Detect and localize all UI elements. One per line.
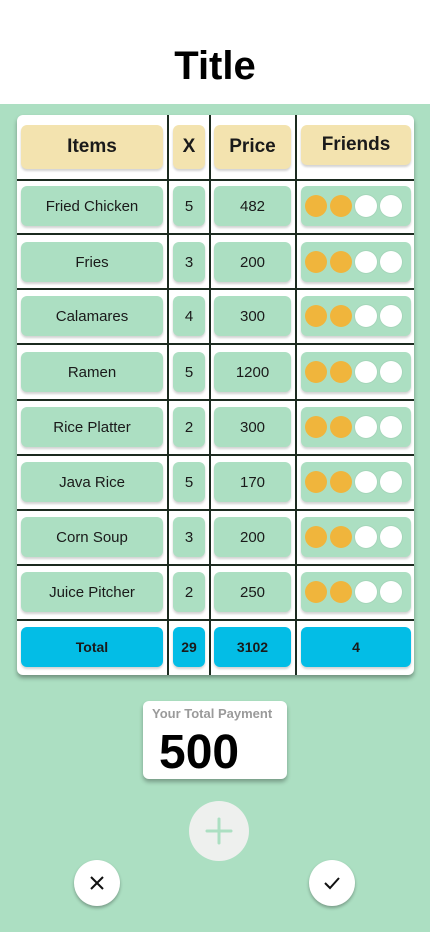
friend-toggle[interactable] <box>305 526 327 548</box>
friend-toggle[interactable] <box>355 305 377 327</box>
item-name-cell[interactable]: Juice Pitcher <box>21 572 163 612</box>
total-label: Total <box>21 627 163 667</box>
friend-toggle[interactable] <box>330 195 352 217</box>
app-header: Title <box>0 0 430 104</box>
friend-toggle[interactable] <box>355 361 377 383</box>
item-name-cell[interactable]: Fries <box>21 242 163 282</box>
total-friends: 4 <box>301 627 411 667</box>
row-divider <box>17 233 414 235</box>
total-quantity: 29 <box>173 627 205 667</box>
friend-toggle[interactable] <box>305 305 327 327</box>
header-price: Price <box>214 125 291 169</box>
column-divider <box>295 115 297 675</box>
item-quantity-cell[interactable]: 3 <box>173 242 205 282</box>
friend-toggle[interactable] <box>330 305 352 327</box>
confirm-button[interactable] <box>309 860 355 906</box>
friends-selector[interactable] <box>301 296 411 336</box>
close-icon <box>90 876 104 890</box>
item-quantity-cell[interactable]: 5 <box>173 352 205 392</box>
friends-selector[interactable] <box>301 462 411 502</box>
item-name-cell[interactable]: Calamares <box>21 296 163 336</box>
total-payment-label: Your Total Payment <box>152 706 273 721</box>
friend-toggle[interactable] <box>330 471 352 493</box>
friend-toggle[interactable] <box>355 251 377 273</box>
friend-toggle[interactable] <box>330 361 352 383</box>
friends-selector[interactable] <box>301 517 411 557</box>
item-name-cell[interactable]: Java Rice <box>21 462 163 502</box>
friend-toggle[interactable] <box>330 526 352 548</box>
item-quantity-cell[interactable]: 5 <box>173 186 205 226</box>
item-name-cell[interactable]: Ramen <box>21 352 163 392</box>
header-items: Items <box>21 125 163 169</box>
plus-icon <box>205 817 233 845</box>
page-title: Title <box>174 44 256 88</box>
friend-toggle[interactable] <box>305 251 327 273</box>
friend-toggle[interactable] <box>380 471 402 493</box>
friends-selector[interactable] <box>301 572 411 612</box>
friend-toggle[interactable] <box>305 416 327 438</box>
total-payment-value[interactable]: 500 <box>159 725 239 781</box>
friend-toggle[interactable] <box>355 195 377 217</box>
friend-toggle[interactable] <box>330 581 352 603</box>
row-divider <box>17 343 414 345</box>
friends-selector[interactable] <box>301 352 411 392</box>
item-price-cell[interactable]: 200 <box>214 517 291 557</box>
friend-toggle[interactable] <box>305 471 327 493</box>
friend-toggle[interactable] <box>380 251 402 273</box>
friend-toggle[interactable] <box>380 416 402 438</box>
friend-toggle[interactable] <box>380 195 402 217</box>
row-divider <box>17 509 414 511</box>
item-price-cell[interactable]: 200 <box>214 242 291 282</box>
column-divider <box>167 115 169 675</box>
item-quantity-cell[interactable]: 4 <box>173 296 205 336</box>
friends-selector[interactable] <box>301 186 411 226</box>
row-divider <box>17 399 414 401</box>
friend-toggle[interactable] <box>355 471 377 493</box>
friend-toggle[interactable] <box>355 416 377 438</box>
friend-toggle[interactable] <box>380 305 402 327</box>
bill-table: Items X Price Friends Fried Chicken 5 482 F… <box>17 115 414 675</box>
item-price-cell[interactable]: 300 <box>214 296 291 336</box>
friend-toggle[interactable] <box>355 526 377 548</box>
item-quantity-cell[interactable]: 3 <box>173 517 205 557</box>
item-quantity-cell[interactable]: 2 <box>173 407 205 447</box>
friend-toggle[interactable] <box>305 195 327 217</box>
friend-toggle[interactable] <box>380 526 402 548</box>
column-divider <box>209 115 211 675</box>
friends-selector[interactable] <box>301 242 411 282</box>
row-divider <box>17 179 414 181</box>
item-name-cell[interactable]: Fried Chicken <box>21 186 163 226</box>
row-divider <box>17 288 414 290</box>
friend-toggle[interactable] <box>380 361 402 383</box>
item-price-cell[interactable]: 482 <box>214 186 291 226</box>
cancel-button[interactable] <box>74 860 120 906</box>
item-name-cell[interactable]: Rice Platter <box>21 407 163 447</box>
item-price-cell[interactable]: 1200 <box>214 352 291 392</box>
friends-selector[interactable] <box>301 407 411 447</box>
check-icon <box>324 877 340 890</box>
total-payment-card: Your Total Payment 500 <box>143 701 287 779</box>
item-price-cell[interactable]: 300 <box>214 407 291 447</box>
item-quantity-cell[interactable]: 2 <box>173 572 205 612</box>
friend-toggle[interactable] <box>305 581 327 603</box>
friend-toggle[interactable] <box>355 581 377 603</box>
total-price: 3102 <box>214 627 291 667</box>
add-item-button[interactable] <box>189 801 249 861</box>
header-quantity: X <box>173 125 205 169</box>
row-divider <box>17 619 414 621</box>
item-name-cell[interactable]: Corn Soup <box>21 517 163 557</box>
friend-toggle[interactable] <box>330 251 352 273</box>
friend-toggle[interactable] <box>330 416 352 438</box>
item-price-cell[interactable]: 250 <box>214 572 291 612</box>
main-area: Items X Price Friends Fried Chicken 5 482 F… <box>0 104 430 932</box>
row-divider <box>17 454 414 456</box>
item-price-cell[interactable]: 170 <box>214 462 291 502</box>
friend-toggle[interactable] <box>305 361 327 383</box>
header-friends: Friends <box>301 125 411 165</box>
row-divider <box>17 564 414 566</box>
friend-toggle[interactable] <box>380 581 402 603</box>
item-quantity-cell[interactable]: 5 <box>173 462 205 502</box>
